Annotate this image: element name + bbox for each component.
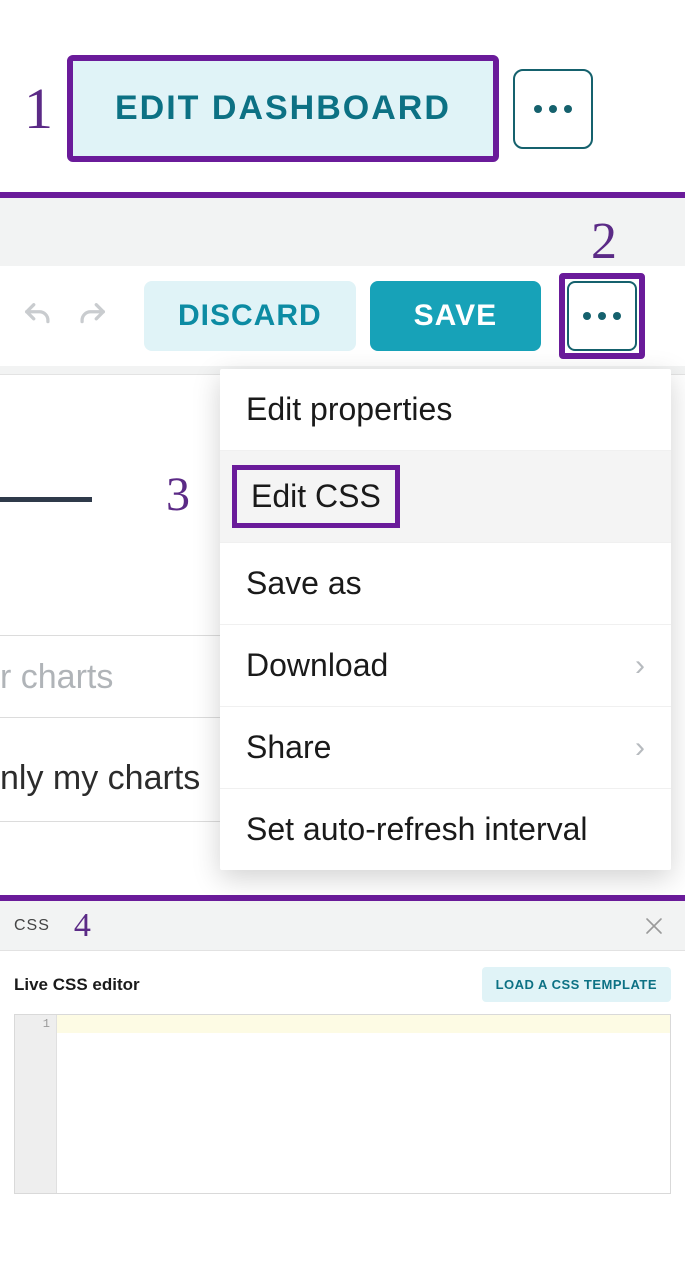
step-2-highlight	[559, 273, 645, 359]
line-number: 1	[15, 1017, 50, 1031]
menu-auto-refresh[interactable]: Set auto-refresh interval	[220, 789, 671, 870]
step-1-number: 1	[24, 80, 53, 138]
redo-icon	[75, 299, 109, 333]
redo-button[interactable]	[72, 296, 112, 336]
save-button[interactable]: SAVE	[370, 281, 541, 351]
close-button[interactable]	[637, 913, 671, 939]
css-panel-header: CSS 4	[0, 901, 685, 951]
code-gutter: 1	[15, 1015, 57, 1193]
bg-line	[0, 717, 220, 718]
edit-more-options-button[interactable]	[567, 281, 637, 351]
more-options-button[interactable]	[513, 69, 593, 149]
only-my-charts-text: nly my charts	[0, 759, 200, 798]
ellipsis-icon	[583, 312, 621, 320]
menu-item-label: Save as	[246, 565, 362, 602]
bg-line	[0, 821, 220, 822]
tab-underline	[0, 497, 92, 502]
menu-item-label: Set auto-refresh interval	[246, 811, 588, 848]
ellipsis-icon	[534, 105, 572, 113]
chevron-right-icon: ›	[635, 649, 645, 683]
options-dropdown: Edit properties Edit CSS Save as Downloa…	[220, 369, 671, 870]
menu-download[interactable]: Download ›	[220, 625, 671, 707]
menu-edit-properties[interactable]: Edit properties	[220, 369, 671, 451]
filter-charts-text: r charts	[0, 658, 113, 697]
load-css-template-button[interactable]: LOAD A CSS TEMPLATE	[482, 967, 671, 1002]
css-header-label: CSS	[14, 917, 50, 935]
bg-line	[0, 635, 220, 636]
active-line-highlight	[57, 1015, 670, 1033]
menu-item-label: Download	[246, 647, 388, 684]
step-4-number: 4	[74, 907, 91, 945]
undo-icon	[21, 299, 55, 333]
edit-toolbar: DISCARD SAVE	[0, 266, 685, 366]
edit-dashboard-button[interactable]: EDIT DASHBOARD	[67, 55, 499, 162]
menu-item-label: Edit properties	[246, 391, 452, 428]
menu-edit-css[interactable]: Edit CSS	[220, 451, 671, 543]
menu-item-label: Edit CSS	[251, 478, 381, 514]
menu-item-label: Share	[246, 729, 331, 766]
chevron-right-icon: ›	[635, 731, 645, 765]
menu-share[interactable]: Share ›	[220, 707, 671, 789]
live-css-editor-label: Live CSS editor	[14, 975, 140, 995]
step-2-number: 2	[591, 212, 617, 271]
css-code-editor[interactable]: 1	[14, 1014, 671, 1194]
discard-button[interactable]: DISCARD	[144, 281, 356, 351]
step-3-number: 3	[166, 467, 190, 522]
menu-area: r charts nly my charts 3 Edit properties…	[0, 374, 685, 895]
menu-save-as[interactable]: Save as	[220, 543, 671, 625]
undo-button[interactable]	[18, 296, 58, 336]
step-3-highlight: Edit CSS	[232, 465, 400, 528]
close-icon	[645, 917, 663, 935]
code-textarea[interactable]	[57, 1015, 670, 1193]
css-editor-panel: CSS 4 Live CSS editor LOAD A CSS TEMPLAT…	[0, 901, 685, 1194]
